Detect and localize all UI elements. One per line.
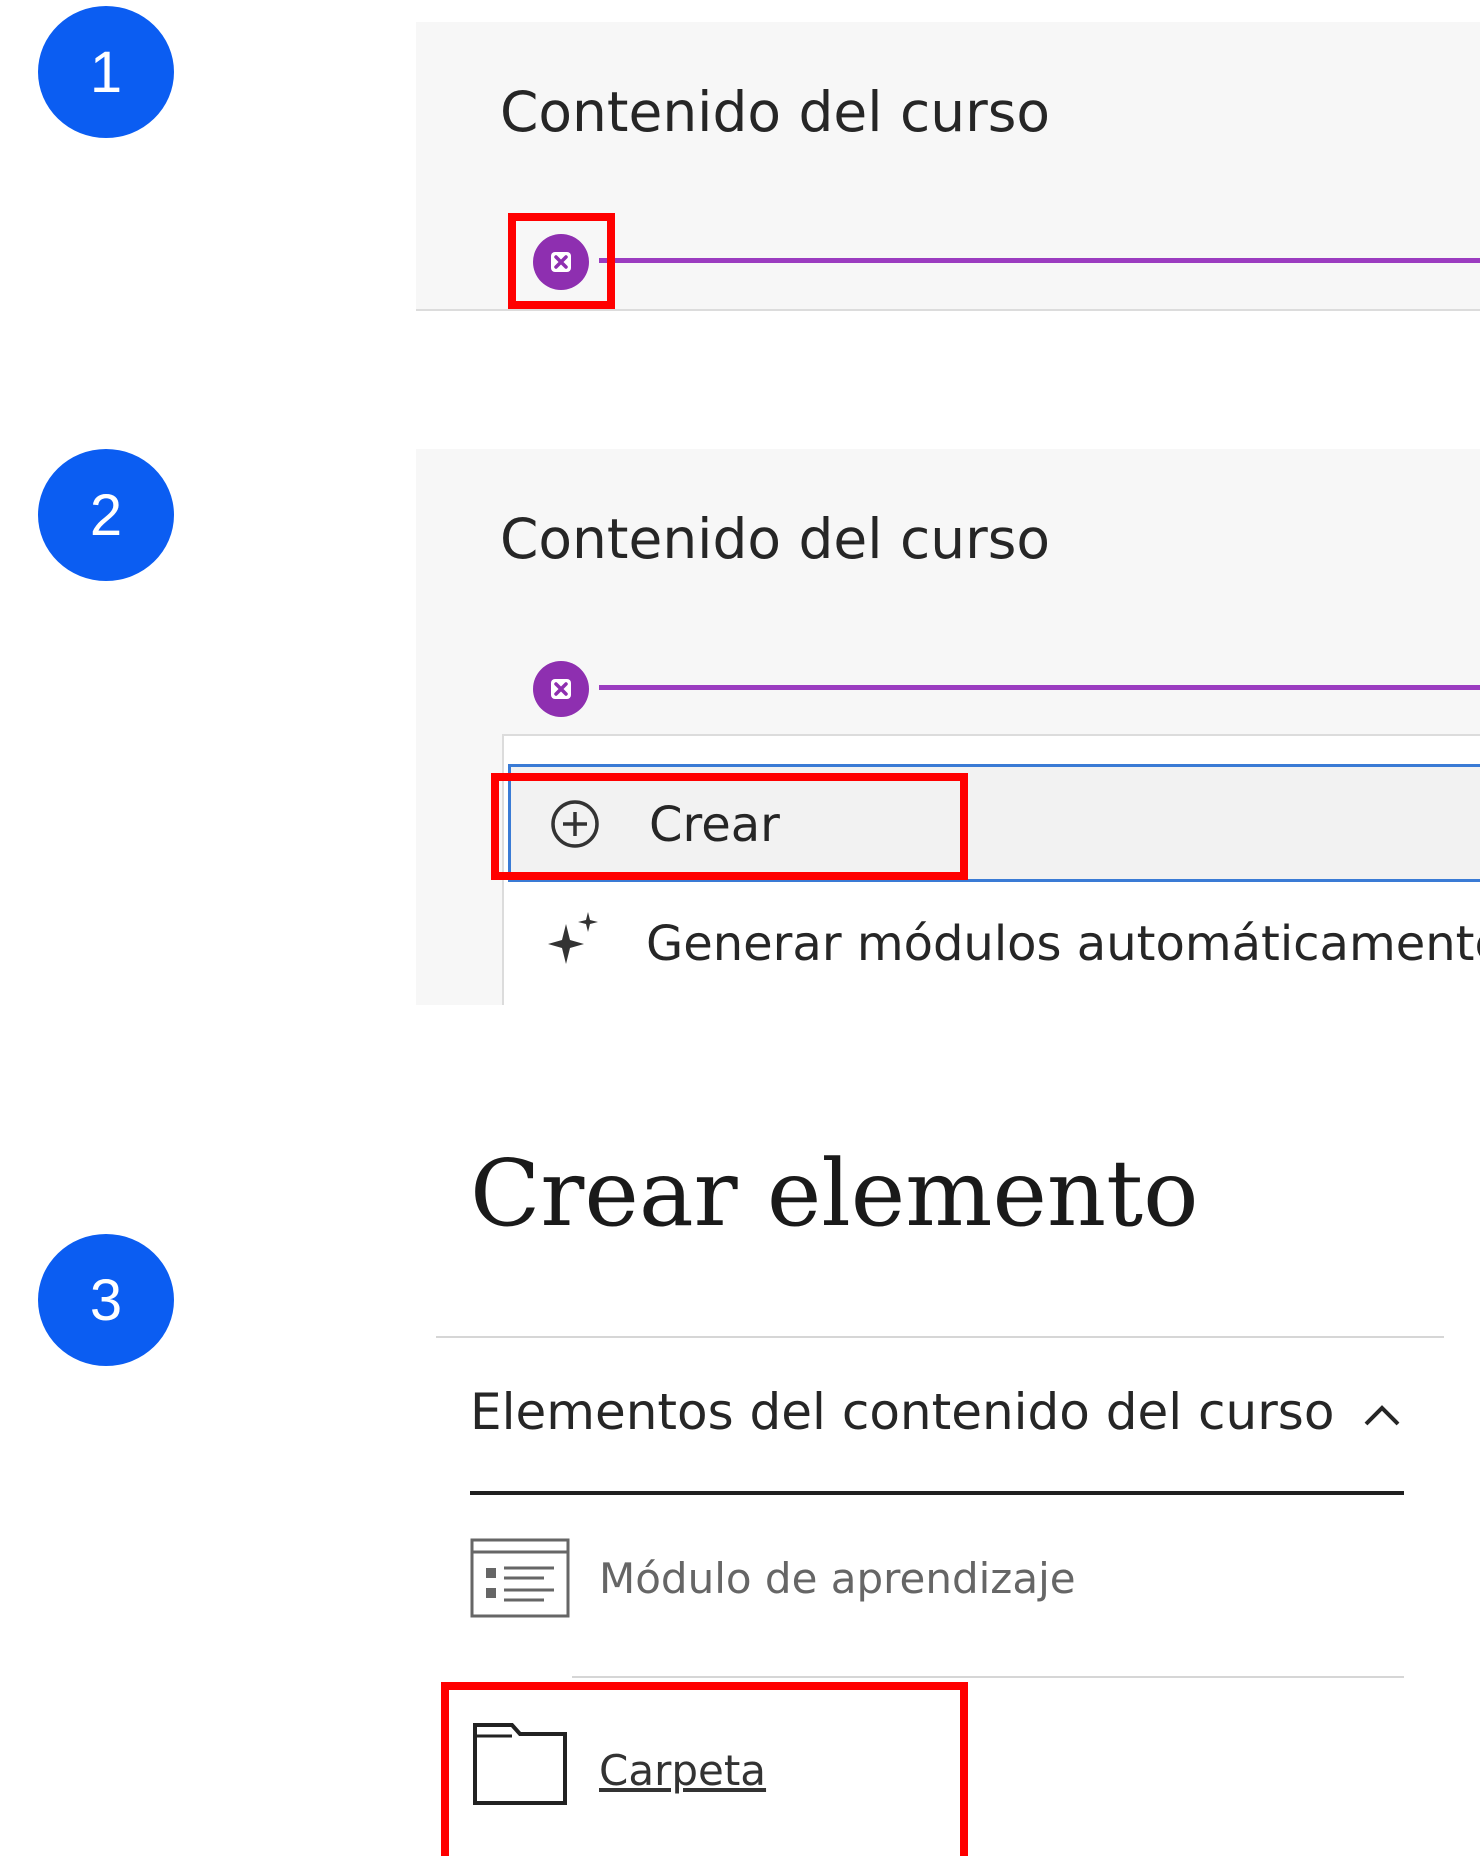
item-learning-module[interactable]: Módulo de aprendizaje (470, 1538, 1404, 1624)
step-badge-1: 1 (38, 6, 174, 138)
divider (572, 1676, 1404, 1678)
sparkle-icon (548, 912, 598, 964)
step-badge-3: 3 (38, 1234, 174, 1366)
page-title: Contenido del curso (500, 507, 1051, 571)
step-badge-2: 2 (38, 449, 174, 581)
add-content-button[interactable] (533, 661, 589, 717)
create-item-heading: Crear elemento (470, 1140, 1199, 1247)
close-x-icon (551, 679, 571, 699)
add-content-divider (599, 258, 1480, 263)
accordion-underline (470, 1491, 1404, 1495)
item-label: Módulo de aprendizaje (599, 1554, 1076, 1603)
highlight-add-button (508, 213, 615, 309)
accordion-title: Elementos del contenido del curso (470, 1383, 1335, 1441)
menu-item-generate-modules[interactable]: Generar módulos automáticamente (508, 882, 1480, 1002)
page-title: Contenido del curso (500, 80, 1051, 144)
highlight-crear (491, 773, 968, 880)
add-content-divider (599, 685, 1480, 690)
learning-module-icon (470, 1538, 570, 1618)
course-content-panel-2: Contenido del curso Crear Generar módulo… (416, 449, 1480, 1005)
highlight-carpeta (441, 1682, 968, 1856)
divider (436, 1336, 1444, 1338)
chevron-up-icon[interactable] (1362, 1396, 1402, 1436)
menu-item-label: Generar módulos automáticamente (646, 916, 1480, 972)
